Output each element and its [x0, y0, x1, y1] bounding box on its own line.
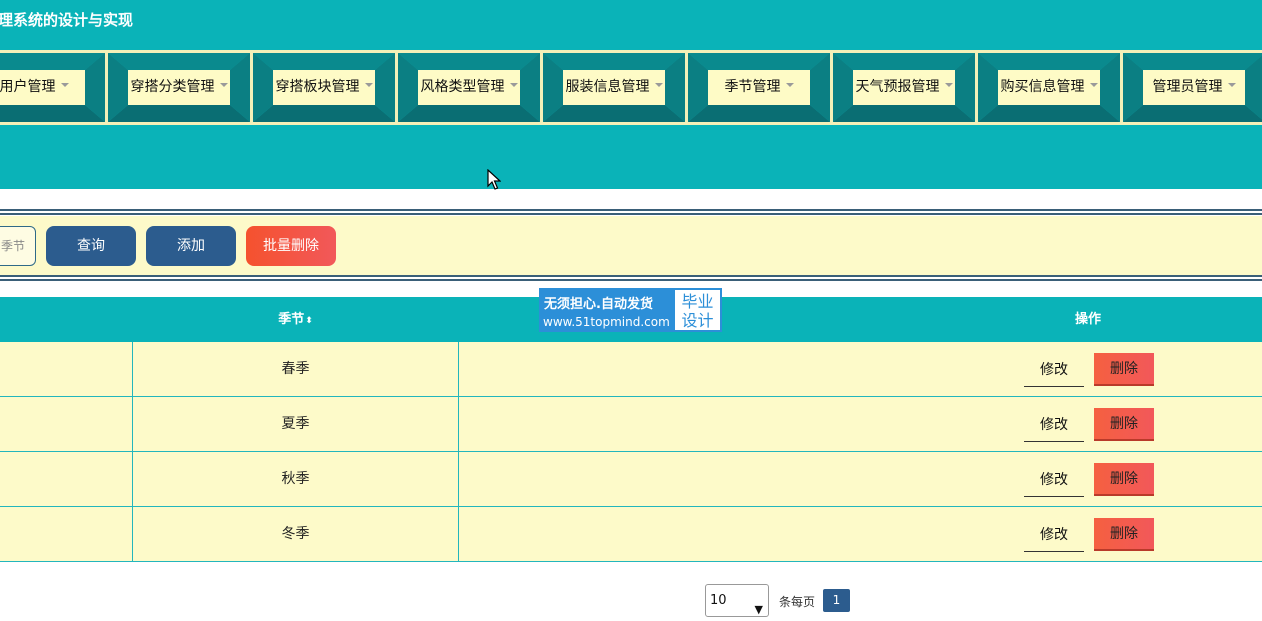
chevron-down-icon: ▼	[754, 603, 763, 616]
nav-tab-label[interactable]: 穿搭板块管理	[273, 70, 375, 105]
delete-button[interactable]: 删除	[1094, 463, 1154, 496]
watermark-left: 无须担心.自动发货 www.51topmind.com	[539, 288, 673, 332]
app-title: 理系统的设计与实现	[0, 11, 134, 29]
nav-tab-text: 穿搭板块管理	[275, 79, 360, 95]
page-number-current[interactable]: 1	[823, 589, 850, 612]
divider-bottom	[0, 275, 1262, 281]
caret-down-icon	[1089, 83, 1098, 87]
nav-tab-label[interactable]: 用户管理	[0, 70, 85, 105]
watermark-tag: 毕业 设计	[673, 288, 722, 332]
watermark-slogan: 无须担心.自动发货	[544, 297, 653, 312]
watermark-tag-top: 毕业	[681, 292, 714, 311]
season-cell: 春季	[281, 361, 310, 377]
nav-tab-text: 穿搭分类管理	[130, 79, 215, 95]
edit-button[interactable]: 修改	[1024, 519, 1084, 552]
table-row: 冬季 修改 删除	[0, 507, 1262, 562]
delete-button[interactable]: 删除	[1094, 408, 1154, 441]
sort-icon[interactable]: ⬍	[305, 316, 313, 326]
nav-tab-label[interactable]: 风格类型管理	[418, 70, 520, 105]
divider-top	[0, 209, 1262, 215]
column-divider	[458, 397, 459, 452]
season-column-label: 季节	[278, 312, 305, 327]
nav-tab[interactable]: 穿搭分类管理	[108, 53, 250, 122]
caret-down-icon	[509, 83, 518, 87]
caret-down-icon	[60, 83, 69, 87]
nav-tab-text: 管理员管理	[1152, 79, 1223, 95]
nav-tab-label[interactable]: 服装信息管理	[563, 70, 665, 105]
season-search-input[interactable]: 季节	[0, 226, 36, 266]
table-row: 夏季 修改 删除	[0, 397, 1262, 452]
nav-tab-text: 天气预报管理	[855, 79, 940, 95]
column-divider	[458, 452, 459, 507]
table-row: 秋季 修改 删除	[0, 452, 1262, 507]
nav-tab[interactable]: 用户管理	[0, 53, 105, 122]
delete-button[interactable]: 删除	[1094, 518, 1154, 551]
per-page-label: 条每页	[779, 595, 816, 609]
season-cell: 冬季	[281, 526, 310, 542]
watermark-url: www.51topmind.com	[543, 315, 670, 329]
caret-down-icon	[364, 83, 373, 87]
column-divider	[458, 507, 459, 562]
caret-down-icon	[785, 83, 794, 87]
query-button[interactable]: 查询	[46, 226, 136, 266]
nav-tab-text: 季节管理	[724, 79, 781, 95]
nav-tab[interactable]: 天气预报管理	[833, 53, 975, 122]
season-table: 季节⬍ 操作 春季 修改 删除 夏季 修改 删除 秋季 修改 删除 冬季 修改 删除	[0, 297, 1262, 562]
nav-tab-label[interactable]: 管理员管理	[1143, 70, 1245, 105]
nav-tab-label[interactable]: 购买信息管理	[998, 70, 1100, 105]
actions-column-header: 操作	[1074, 312, 1101, 327]
nav-tab-text: 用户管理	[0, 79, 56, 95]
edit-button[interactable]: 修改	[1024, 354, 1084, 387]
nav-tab-label[interactable]: 天气预报管理	[853, 70, 955, 105]
nav-tab[interactable]: 风格类型管理	[398, 53, 540, 122]
add-button[interactable]: 添加	[146, 226, 236, 266]
delete-button[interactable]: 删除	[1094, 353, 1154, 386]
page-size-value: 10	[710, 593, 727, 608]
season-cell: 秋季	[281, 471, 310, 487]
batch-delete-button[interactable]: 批量删除	[246, 226, 336, 266]
nav-tab-text: 服装信息管理	[565, 79, 650, 95]
season-cell: 夏季	[281, 416, 310, 432]
edit-button[interactable]: 修改	[1024, 409, 1084, 442]
column-divider	[458, 342, 459, 397]
caret-down-icon	[1227, 83, 1236, 87]
nav-tab-label[interactable]: 季节管理	[708, 70, 810, 105]
season-column-header[interactable]: 季节⬍	[133, 297, 458, 342]
nav-tab[interactable]: 穿搭板块管理	[253, 53, 395, 122]
nav-tab[interactable]: 服装信息管理	[543, 53, 685, 122]
nav-tab-text: 购买信息管理	[1000, 79, 1085, 95]
edit-button[interactable]: 修改	[1024, 464, 1084, 497]
watermark-tag-bottom: 设计	[681, 311, 714, 330]
caret-down-icon	[219, 83, 228, 87]
caret-down-icon	[654, 83, 663, 87]
nav-tab[interactable]: 购买信息管理	[978, 53, 1120, 122]
nav-tab[interactable]: 季节管理	[688, 53, 830, 122]
nav-tab[interactable]: 管理员管理	[1123, 53, 1262, 122]
watermark-badge: 无须担心.自动发货 www.51topmind.com 毕业 设计	[539, 288, 722, 332]
mouse-cursor-icon	[487, 169, 501, 190]
page-size-select[interactable]: 10 ▼	[705, 584, 769, 617]
page: 理系统的设计与实现 用户管理 穿搭分类管理 穿搭板块管理 风格类型管理 服装信息管理 季节…	[0, 0, 1262, 621]
nav-tab-text: 风格类型管理	[420, 79, 505, 95]
table-row: 春季 修改 删除	[0, 342, 1262, 397]
nav-tab-label[interactable]: 穿搭分类管理	[128, 70, 230, 105]
caret-down-icon	[944, 83, 953, 87]
